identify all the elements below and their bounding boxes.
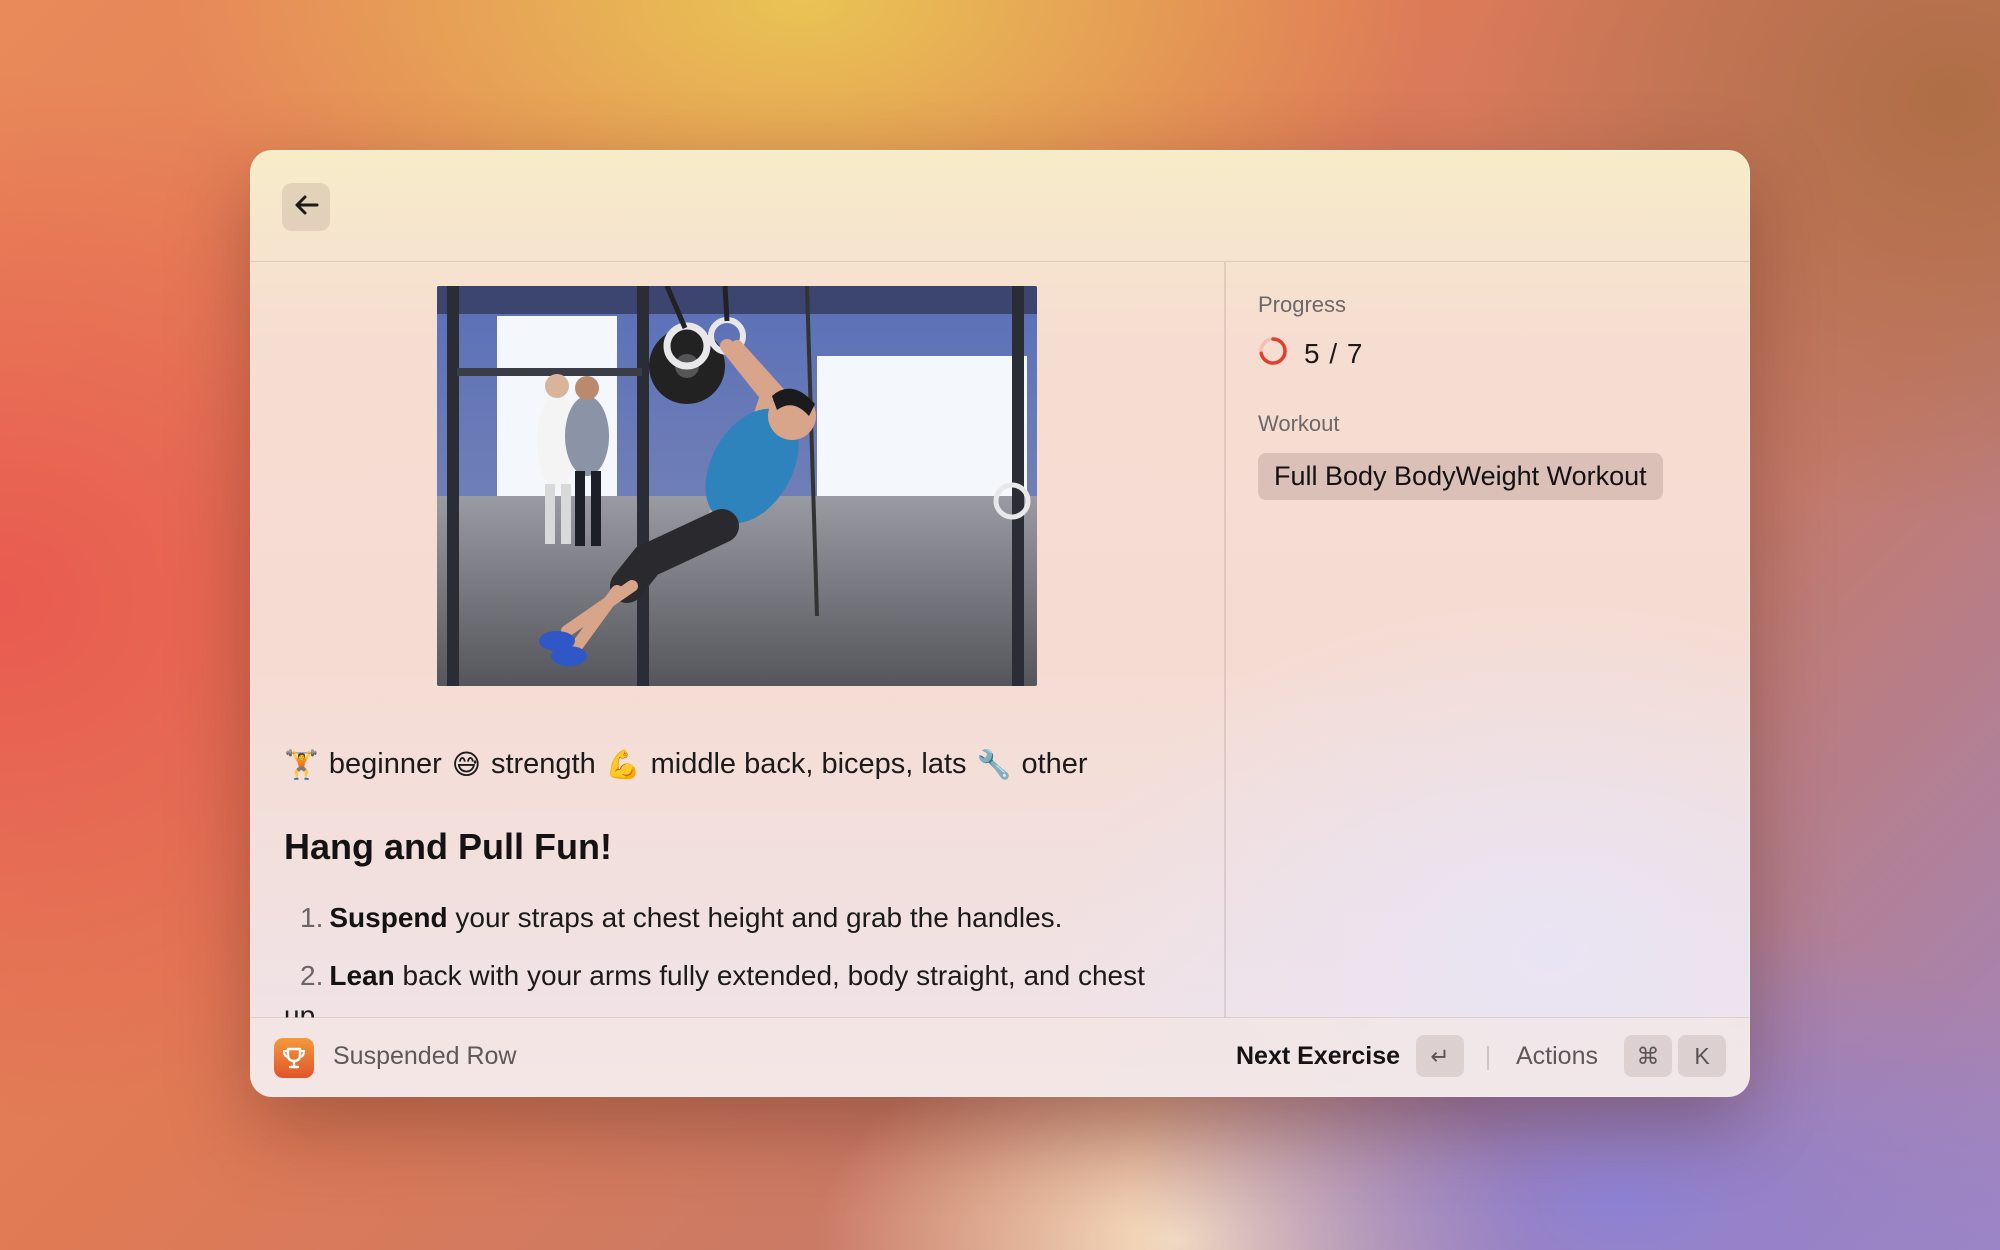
list-item: 2. Lean back with your arms fully extende… bbox=[284, 956, 1184, 1018]
progress-value: 5 / 7 bbox=[1304, 337, 1364, 369]
grin-sweat-icon: 😅 bbox=[451, 749, 481, 780]
flexed-biceps-icon: 💪 bbox=[605, 749, 641, 780]
detail-content[interactable]: 🏋️ beginner 😅 strength 💪 middle back, bi… bbox=[250, 262, 1224, 1018]
step-text: your straps at chest height and grab the… bbox=[447, 902, 1063, 933]
exercise-tags: 🏋️ beginner 😅 strength 💪 middle back, bi… bbox=[284, 748, 1088, 781]
top-bar bbox=[250, 150, 1750, 262]
exercise-image bbox=[437, 286, 1037, 686]
exercise-heading: Hang and Pull Fun! bbox=[284, 826, 612, 867]
panel-divider bbox=[1224, 262, 1226, 1018]
metadata-panel: Progress 5 / 7 Workout Full Body BodyWei… bbox=[1258, 262, 1718, 500]
action-bar: Suspended Row Next Exercise ↵ Actions ⌘ … bbox=[250, 1017, 1750, 1097]
weightlifter-icon: 🏋️ bbox=[284, 749, 319, 780]
trophy-icon bbox=[274, 1038, 314, 1078]
command-title: Suspended Row bbox=[333, 1042, 517, 1070]
step-number: 1. bbox=[300, 902, 324, 933]
command-key-icon: ⌘ bbox=[1624, 1035, 1672, 1077]
progress-label: Progress bbox=[1258, 292, 1347, 317]
arrow-left-icon bbox=[293, 194, 319, 221]
extension-window: 🏋️ beginner 😅 strength 💪 middle back, bi… bbox=[250, 150, 1750, 1097]
wrench-icon: 🔧 bbox=[976, 749, 1012, 780]
step-text: back with your arms fully extended, body… bbox=[284, 960, 1145, 1018]
return-key-icon: ↵ bbox=[1416, 1035, 1464, 1077]
tag-muscles: middle back, biceps, lats bbox=[650, 748, 967, 780]
step-keyword: Suspend bbox=[329, 902, 448, 933]
step-number: 2. bbox=[300, 960, 324, 991]
actions-button[interactable]: Actions bbox=[1516, 1042, 1598, 1071]
tag-difficulty: beginner bbox=[328, 748, 442, 780]
step-keyword: Lean bbox=[329, 960, 395, 991]
back-button[interactable] bbox=[282, 183, 330, 231]
progress-row: 5 / 7 bbox=[1258, 336, 1718, 371]
tag-equipment: other bbox=[1021, 748, 1088, 780]
instruction-list: 1. Suspend your straps at chest height an… bbox=[284, 898, 1184, 1018]
workout-tag: Full Body BodyWeight Workout bbox=[1258, 453, 1663, 500]
list-item: 1. Suspend your straps at chest height an… bbox=[284, 898, 1184, 938]
k-key-badge: K bbox=[1678, 1035, 1726, 1077]
progress-ring-icon bbox=[1258, 336, 1288, 371]
action-separator bbox=[1487, 1046, 1489, 1070]
next-exercise-button[interactable]: Next Exercise bbox=[1236, 1042, 1400, 1071]
workout-label: Workout bbox=[1258, 411, 1340, 436]
tag-category: strength bbox=[490, 748, 596, 780]
